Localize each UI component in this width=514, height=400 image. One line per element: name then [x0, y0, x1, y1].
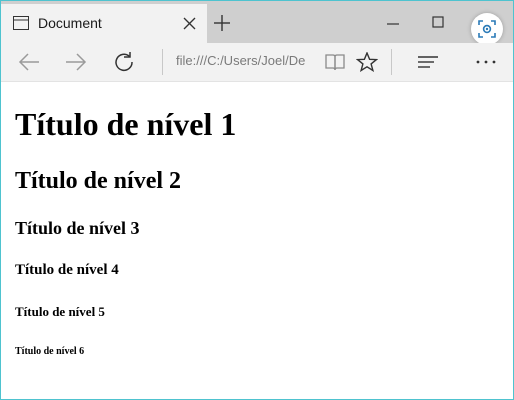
star-icon[interactable] — [355, 51, 379, 73]
tab-strip: Document — [1, 1, 513, 45]
toolbar-separator — [162, 49, 163, 75]
heading-level-1: Título de nível 1 — [15, 106, 237, 142]
tab-title: Document — [38, 15, 102, 31]
refresh-icon[interactable] — [113, 51, 135, 72]
back-arrow-icon[interactable] — [18, 52, 40, 72]
minimize-icon[interactable] — [385, 15, 401, 31]
page-content: Título de nível 1 Título de nível 2 Títu… — [1, 82, 513, 399]
browser-window: Document file:///C:/Users/Joel/De Título… — [0, 0, 514, 400]
screen-capture-icon[interactable] — [471, 13, 503, 45]
close-icon[interactable] — [183, 17, 196, 30]
maximize-icon[interactable] — [430, 14, 446, 30]
heading-level-2: Título de nível 2 — [15, 168, 182, 194]
plus-icon[interactable] — [213, 14, 231, 32]
toolbar-separator — [391, 49, 392, 75]
address-bar[interactable]: file:///C:/Users/Joel/De — [176, 53, 311, 73]
navigation-toolbar: file:///C:/Users/Joel/De — [1, 43, 513, 82]
heading-level-6: Título de nível 6 — [15, 346, 85, 357]
reading-view-icon[interactable] — [324, 52, 346, 72]
tab-document[interactable]: Document — [1, 4, 207, 43]
tab-page-icon — [13, 16, 29, 30]
heading-level-5: Título de nível 5 — [15, 304, 105, 319]
heading-level-4: Título de nível 4 — [15, 262, 119, 278]
forward-arrow-icon[interactable] — [65, 52, 87, 72]
more-dots-icon[interactable] — [475, 52, 497, 72]
hub-lines-icon[interactable] — [417, 52, 439, 72]
heading-level-3: Título de nível 3 — [15, 218, 140, 238]
